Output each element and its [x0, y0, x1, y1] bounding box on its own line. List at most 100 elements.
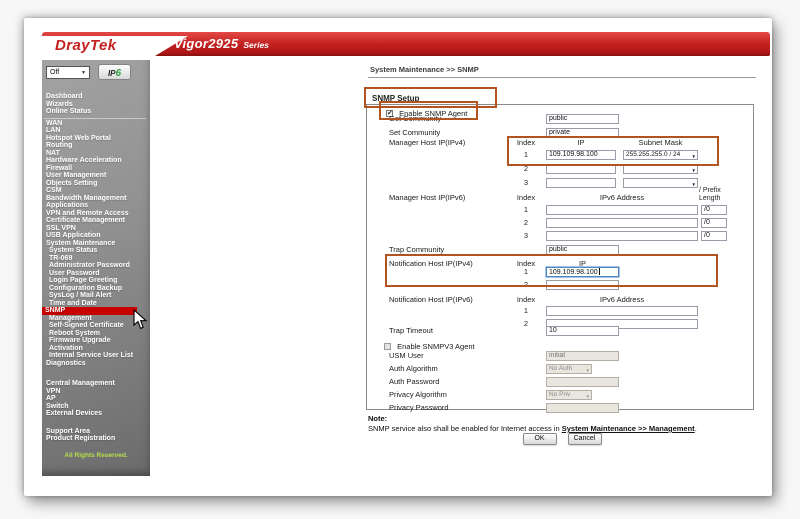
chevron-down-icon: ▼ — [692, 153, 696, 160]
notification-ip-input[interactable]: 109.109.98.100 — [546, 267, 619, 277]
sidebar-item[interactable]: VPN — [46, 388, 150, 396]
sidebar-item[interactable]: User Management — [46, 172, 150, 180]
status-dropdown-value: Off — [50, 69, 59, 76]
auth-password-label: Auth Password — [389, 377, 439, 387]
row-index: 1 — [506, 267, 546, 277]
main-content: System Maintenance >> SNMP SNMP Setup En… — [366, 60, 758, 496]
sidebar-item[interactable]: Product Registration — [46, 435, 150, 443]
sidebar-subitem[interactable]: Administrator Password — [46, 262, 150, 270]
row-index: 2 — [506, 280, 546, 290]
row-index: 2 — [506, 164, 546, 174]
sidebar-subitem[interactable]: Configuration Backup — [46, 285, 150, 293]
sidebar-main-menu: WANLANHotspot Web PortalRoutingNATHardwa… — [42, 120, 150, 248]
sidebar-subitem[interactable]: Time and Date — [46, 300, 150, 308]
sidebar-item[interactable]: NAT — [46, 150, 150, 158]
sidebar-item[interactable]: Bandwidth Management — [46, 195, 150, 203]
sidebar-subitem[interactable]: User Password — [46, 270, 150, 278]
sidebar-subitem[interactable]: Login Page Greeting — [46, 277, 150, 285]
notification-host-ipv6-label: Notification Host IP(IPv6) — [389, 295, 473, 305]
sidebar-subitem[interactable]: SNMP — [42, 307, 137, 315]
trap-timeout-label: Trap Timeout — [389, 326, 433, 336]
prefix-length-input[interactable]: /0 — [701, 231, 727, 241]
sidebar-item[interactable]: VPN and Remote Access — [46, 210, 150, 218]
sidebar-item[interactable]: Online Status — [46, 108, 150, 116]
model-series: Series — [243, 40, 269, 50]
trap-community-input[interactable]: public — [546, 245, 619, 255]
prefix-length-input[interactable]: /0 — [701, 205, 727, 215]
sidebar-subitem[interactable]: TR-069 — [46, 255, 150, 263]
sidebar-item[interactable]: Hotspot Web Portal — [46, 135, 150, 143]
sidebar-central-management-header: Central Management — [42, 380, 150, 388]
sidebar-item[interactable]: Support Area — [46, 428, 150, 436]
auth-algorithm-value: No Auth — [549, 365, 572, 372]
manager-host-ipv4-label: Manager Host IP(IPv4) — [389, 138, 465, 148]
notification-ip-input[interactable] — [546, 280, 619, 290]
sidebar-item[interactable]: SSL VPN — [46, 225, 150, 233]
notification-ipv6-input[interactable] — [546, 306, 698, 316]
manager-ipv6-input[interactable] — [546, 205, 698, 215]
sidebar-item[interactable]: Switch — [46, 403, 150, 411]
sidebar-toolbar: Off ▼ IP6 — [42, 60, 150, 84]
manager-host-ipv6-label: Manager Host IP(IPv6) — [389, 193, 465, 203]
sidebar-subitem[interactable]: Firmware Upgrade — [46, 337, 150, 345]
manager-host-ipv6-table: Manager Host IP(IPv6) Index IPv6 Address… — [367, 185, 753, 247]
chevron-down-icon: ▼ — [586, 367, 590, 374]
ipv6-button[interactable]: IP6 — [98, 64, 131, 80]
sidebar-item[interactable]: Applications — [46, 202, 150, 210]
sidebar-item[interactable]: System Maintenance — [46, 240, 150, 248]
sidebar-subitem[interactable]: SysLog / Mail Alert — [46, 292, 150, 300]
draytek-logo: DrayTek — [42, 36, 192, 56]
trap-timeout-input[interactable]: 10 — [546, 326, 619, 336]
table-row: 1 — [367, 306, 753, 319]
notification-ipv4-rows: 1 109.109.98.100 2 — [367, 267, 753, 293]
subnet-mask-select[interactable]: ▼ — [623, 164, 698, 174]
sidebar-subitem[interactable]: Internal Service User List — [46, 352, 150, 360]
sidebar-item[interactable]: LAN — [46, 127, 150, 135]
manager-ip-input[interactable] — [546, 164, 616, 174]
status-dropdown[interactable]: Off ▼ — [46, 66, 90, 79]
router-admin-window: Vigor2925Series DrayTek Off ▼ IP6 Dashbo… — [24, 18, 772, 496]
auth-password-input — [546, 377, 619, 387]
enable-snmpv3-checkbox[interactable] — [384, 343, 391, 350]
privacy-password-input — [546, 403, 619, 413]
privacy-algorithm-value: No Priv — [549, 391, 570, 398]
sidebar-item[interactable]: Dashboard — [46, 93, 150, 101]
sidebar-item[interactable]: WAN — [46, 120, 150, 128]
sidebar-item[interactable]: Certificate Management — [46, 217, 150, 225]
sidebar-item[interactable]: Objects Setting — [46, 180, 150, 188]
get-community-input[interactable]: public — [546, 114, 619, 124]
usm-user-input: initial — [546, 351, 619, 361]
enable-snmpv3-row: Enable SNMPV3 Agent — [384, 341, 475, 351]
cancel-button[interactable]: Cancel — [568, 433, 602, 445]
sidebar-item[interactable]: External Devices — [46, 410, 150, 418]
note-text-body: SNMP service also shall be enabled for I… — [368, 424, 562, 433]
subnet-mask-select[interactable]: 255.255.255.0 / 24▼ — [623, 150, 698, 160]
ok-button[interactable]: OK — [523, 433, 557, 445]
mouse-cursor-icon — [133, 309, 148, 330]
sidebar-subitem[interactable]: System Status — [46, 247, 150, 255]
sidebar-item[interactable]: USB Application — [46, 232, 150, 240]
table-row: 3 /0 — [367, 231, 753, 244]
sidebar-item[interactable]: Hardware Acceleration — [46, 157, 150, 165]
sidebar-subitem[interactable]: Reboot System — [46, 330, 150, 338]
set-community-input[interactable]: private — [546, 128, 619, 138]
manager-ipv6-input[interactable] — [546, 231, 698, 241]
row-index: 1 — [506, 306, 546, 316]
sidebar-item[interactable]: Diagnostics — [46, 360, 150, 368]
manager-ip-input[interactable]: 109.109.98.100 — [546, 150, 616, 160]
manager-ipv6-input[interactable] — [546, 218, 698, 228]
sidebar-item[interactable]: Routing — [46, 142, 150, 150]
sidebar-item[interactable]: Firewall — [46, 165, 150, 173]
manager-ipv6-rows: 1 /0 2 /0 3 — [367, 205, 753, 244]
sidebar-item[interactable]: CSM — [46, 187, 150, 195]
sidebar-item[interactable]: AP — [46, 395, 150, 403]
sidebar-item[interactable]: Wizards — [46, 101, 150, 109]
model-title: Vigor2925Series — [174, 32, 269, 56]
prefix-length-input[interactable]: /0 — [701, 218, 727, 228]
note-text: SNMP service also shall be enabled for I… — [368, 424, 697, 433]
sidebar-subitem[interactable]: Activation — [46, 345, 150, 353]
management-link[interactable]: System Maintenance >> Management — [562, 424, 695, 433]
sidebar-maintenance-submenu: System StatusTR-069Administrator Passwor… — [42, 247, 150, 360]
get-community-label: Get Community — [389, 114, 441, 124]
note-text-suffix: . — [695, 424, 697, 433]
